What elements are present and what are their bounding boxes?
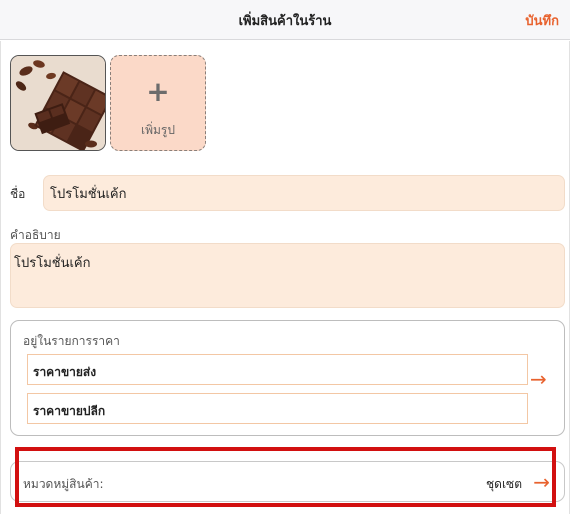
product-name-input[interactable] (43, 175, 565, 211)
chocolate-photo (11, 56, 105, 150)
description-input[interactable]: โปรโมชั่นเค้ก (10, 243, 565, 308)
product-form: + เพิ่มรูป ชื่อ คำอธิบาย โปรโมชั่นเค้ก อ… (0, 41, 570, 514)
page-title: เพิ่มสินค้าในร้าน (238, 14, 332, 29)
add-photo-button[interactable]: + เพิ่มรูป (110, 55, 206, 151)
plus-icon: + (146, 75, 170, 108)
app-header: เพิ่มสินค้าในร้าน บันทึก (0, 0, 570, 40)
product-photo-thumbnail[interactable] (10, 55, 106, 151)
add-photo-label: เพิ่มรูป (141, 123, 175, 137)
price-list-title: อยู่ในรายการราคา (23, 334, 120, 348)
category-selector[interactable]: หมวดหมู่สินค้า: ชุดเซต → (10, 461, 565, 502)
category-arrow-icon[interactable]: → (533, 472, 550, 492)
category-value: ชุดเซต (486, 477, 522, 491)
name-label: ชื่อ (10, 187, 26, 201)
price-list-section: อยู่ในรายการราคา ราคาขายส่ง ราคาขายปลีก … (10, 320, 565, 436)
price-list-item-wholesale[interactable]: ราคาขายส่ง (27, 354, 528, 385)
category-label: หมวดหมู่สินค้า: (23, 477, 104, 491)
save-button[interactable]: บันทึก (525, 10, 559, 31)
price-list-item-retail[interactable]: ราคาขายปลีก (27, 393, 528, 424)
price-list-arrow-icon[interactable]: → (530, 369, 547, 389)
